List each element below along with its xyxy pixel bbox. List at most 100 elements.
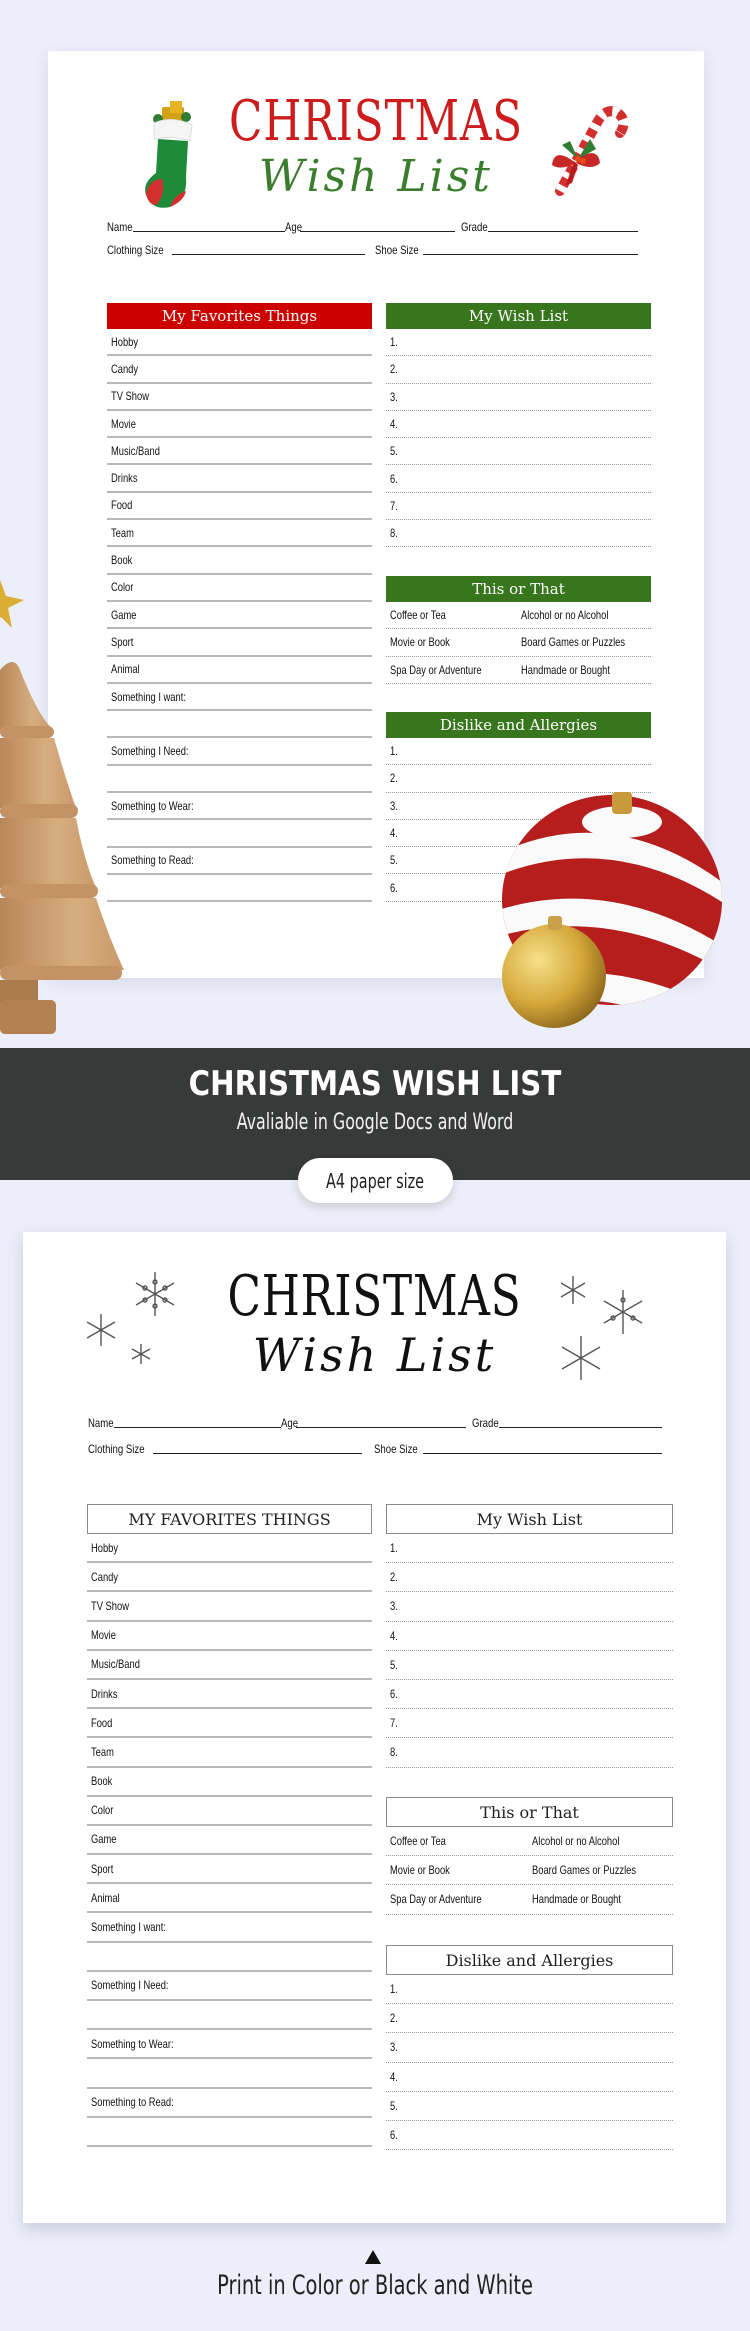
list-row[interactable]: Something I Need: bbox=[107, 738, 372, 766]
list-row[interactable] bbox=[107, 820, 372, 848]
choice-option[interactable]: Movie or Book bbox=[390, 1863, 532, 1877]
choice-option[interactable]: Handmade or Bought bbox=[521, 663, 652, 677]
list-row[interactable]: TV Show bbox=[107, 384, 372, 411]
list-row[interactable]: 4. bbox=[386, 1622, 673, 1651]
list-row[interactable]: Candy bbox=[87, 1563, 372, 1593]
choice-label: Spa Day or Adventure bbox=[390, 662, 482, 677]
list-row[interactable] bbox=[87, 2059, 372, 2089]
row-label: 6. bbox=[390, 880, 398, 895]
list-row[interactable]: 4. bbox=[386, 411, 651, 439]
list-row[interactable]: 1. bbox=[386, 329, 651, 357]
clothing-size-field[interactable]: Clothing Size bbox=[88, 1442, 362, 1456]
list-row[interactable]: Food bbox=[87, 1709, 372, 1739]
list-row[interactable] bbox=[87, 2001, 372, 2031]
list-row[interactable]: Something I Need: bbox=[87, 1972, 372, 2001]
list-row[interactable]: 2. bbox=[386, 356, 651, 384]
list-row[interactable]: Drinks bbox=[107, 465, 372, 493]
wishlist-list: 1. 2. 3. 4. 5. 6. 7. 8. bbox=[386, 1534, 673, 1768]
choice-option[interactable]: Board Games or Puzzles bbox=[532, 1863, 674, 1877]
choice-option[interactable]: Board Games or Puzzles bbox=[521, 635, 652, 649]
list-row[interactable]: 6. bbox=[386, 1680, 673, 1710]
list-row[interactable]: Animal bbox=[107, 657, 372, 684]
list-row[interactable]: Candy bbox=[107, 356, 372, 384]
list-row[interactable] bbox=[87, 2118, 372, 2147]
list-row[interactable]: Something to Read: bbox=[107, 848, 372, 875]
list-row[interactable]: Music/Band bbox=[87, 1651, 372, 1680]
list-row[interactable]: Hobby bbox=[87, 1534, 372, 1564]
list-row[interactable] bbox=[107, 875, 372, 903]
info-row-1: Name Age Grade bbox=[88, 1416, 662, 1430]
choice-option[interactable]: Alcohol or no Alcohol bbox=[521, 608, 652, 622]
list-row[interactable]: TV Show bbox=[87, 1592, 372, 1622]
list-row[interactable] bbox=[87, 1943, 372, 1972]
list-row[interactable]: Color bbox=[107, 575, 372, 602]
sheet-subtitle: Wish List bbox=[259, 151, 493, 202]
grade-field[interactable]: Grade bbox=[461, 220, 639, 234]
age-field[interactable]: Age bbox=[281, 1416, 466, 1430]
dislikes-header: Dislike and Allergies bbox=[386, 1945, 673, 1975]
list-row[interactable]: Food bbox=[107, 493, 372, 521]
list-row[interactable]: 1. bbox=[386, 738, 651, 766]
list-row[interactable]: 5. bbox=[386, 438, 651, 466]
list-row[interactable]: 2. bbox=[386, 2004, 673, 2034]
list-row[interactable]: Book bbox=[87, 1768, 372, 1797]
list-row[interactable]: 8. bbox=[386, 1738, 673, 1768]
sheet-title: CHRISTMAS bbox=[229, 89, 523, 154]
list-row[interactable]: 3. bbox=[386, 1592, 673, 1622]
list-row[interactable]: Drinks bbox=[87, 1680, 372, 1710]
row-label: Candy bbox=[111, 361, 139, 376]
list-row[interactable]: Sport bbox=[107, 629, 372, 657]
list-row[interactable]: Something I want: bbox=[87, 1913, 372, 1943]
list-row[interactable]: Movie bbox=[87, 1622, 372, 1651]
choice-option[interactable]: Handmade or Bought bbox=[532, 1892, 674, 1906]
age-field[interactable]: Age bbox=[285, 220, 456, 234]
choice-option[interactable]: Coffee or Tea bbox=[390, 1834, 532, 1848]
list-row[interactable]: Game bbox=[87, 1826, 372, 1856]
list-row[interactable]: 5. bbox=[386, 2092, 673, 2121]
list-row[interactable]: Hobby bbox=[107, 329, 372, 357]
banner-subtitle: Avaliable in Google Docs and Word bbox=[236, 1110, 514, 1135]
list-row[interactable]: 3. bbox=[386, 384, 651, 411]
list-row[interactable]: 3. bbox=[386, 2033, 673, 2063]
clothing-size-field[interactable]: Clothing Size bbox=[107, 243, 365, 257]
list-row[interactable]: 4. bbox=[386, 2063, 673, 2092]
list-row[interactable]: Book bbox=[107, 547, 372, 575]
list-row[interactable]: 7. bbox=[386, 1709, 673, 1739]
list-row[interactable]: 1. bbox=[386, 1975, 673, 2005]
choice-option[interactable]: Coffee or Tea bbox=[390, 608, 521, 622]
list-row[interactable]: Something to Wear: bbox=[87, 2030, 372, 2060]
choice-option[interactable]: Movie or Book bbox=[390, 635, 521, 649]
list-row[interactable]: Sport bbox=[87, 1855, 372, 1885]
list-row[interactable]: 2. bbox=[386, 765, 651, 793]
list-row[interactable]: 8. bbox=[386, 520, 651, 548]
list-row[interactable]: Animal bbox=[87, 1884, 372, 1914]
list-row[interactable]: Something to Read: bbox=[87, 2089, 372, 2118]
shoe-size-field[interactable]: Shoe Size bbox=[375, 243, 638, 257]
list-row[interactable]: Game bbox=[107, 602, 372, 630]
list-row[interactable]: Something I want: bbox=[107, 684, 372, 712]
list-row[interactable]: Color bbox=[87, 1797, 372, 1826]
list-row[interactable]: Team bbox=[107, 520, 372, 548]
list-row[interactable]: 5. bbox=[386, 1651, 673, 1680]
name-field[interactable]: Name bbox=[88, 1416, 281, 1430]
this-or-that-header: This or That bbox=[386, 1797, 673, 1827]
list-row[interactable]: Something to Wear: bbox=[107, 793, 372, 821]
list-row[interactable]: 7. bbox=[386, 493, 651, 521]
list-row[interactable] bbox=[107, 711, 372, 739]
choice-option[interactable]: Spa Day or Adventure bbox=[390, 663, 521, 677]
list-row[interactable]: Team bbox=[87, 1738, 372, 1768]
name-field[interactable]: Name bbox=[107, 220, 285, 234]
grade-field[interactable]: Grade bbox=[472, 1416, 662, 1430]
list-row[interactable]: 2. bbox=[386, 1563, 673, 1593]
ornaments-image bbox=[502, 792, 722, 1028]
list-row[interactable]: 6. bbox=[386, 2121, 673, 2151]
list-row[interactable]: 1. bbox=[386, 1534, 673, 1564]
list-row[interactable]: 6. bbox=[386, 465, 651, 493]
list-row[interactable]: Music/Band bbox=[107, 438, 372, 466]
list-row[interactable] bbox=[107, 766, 372, 794]
choice-label: Coffee or Tea bbox=[390, 608, 446, 623]
choice-option[interactable]: Alcohol or no Alcohol bbox=[532, 1834, 674, 1848]
list-row[interactable]: Movie bbox=[107, 411, 372, 439]
shoe-size-field[interactable]: Shoe Size bbox=[374, 1442, 662, 1456]
choice-option[interactable]: Spa Day or Adventure bbox=[390, 1892, 532, 1906]
